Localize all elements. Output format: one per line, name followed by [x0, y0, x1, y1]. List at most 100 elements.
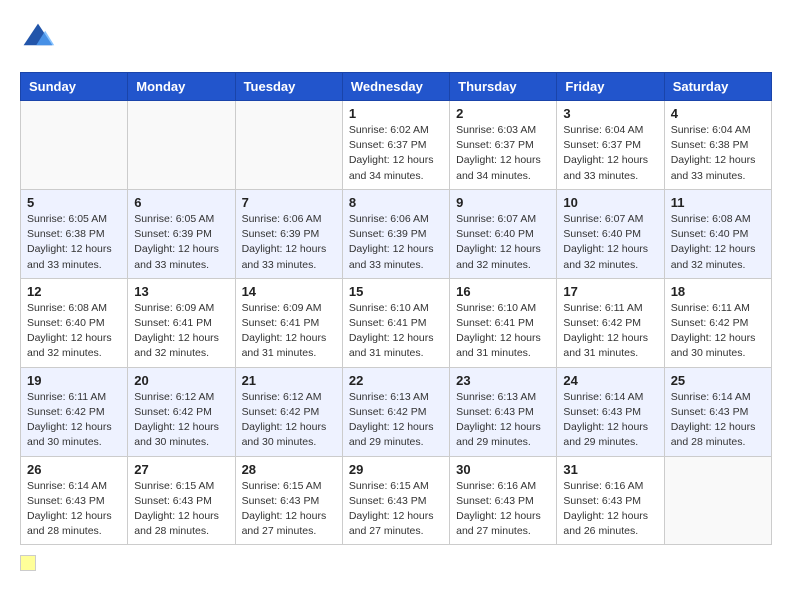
- day-number: 12: [27, 284, 121, 299]
- calendar-cell: 8 Sunrise: 6:06 AM Sunset: 6:39 PM Daylig…: [342, 189, 449, 278]
- legend-box: [20, 555, 36, 571]
- day-info: Sunrise: 6:07 AM Sunset: 6:40 PM Dayligh…: [456, 212, 550, 273]
- day-info: Sunrise: 6:14 AM Sunset: 6:43 PM Dayligh…: [671, 390, 765, 451]
- day-number: 20: [134, 373, 228, 388]
- day-number: 22: [349, 373, 443, 388]
- day-info: Sunrise: 6:11 AM Sunset: 6:42 PM Dayligh…: [27, 390, 121, 451]
- calendar-cell: 19 Sunrise: 6:11 AM Sunset: 6:42 PM Dayli…: [21, 367, 128, 456]
- day-number: 28: [242, 462, 336, 477]
- day-number: 3: [563, 106, 657, 121]
- weekday-header-friday: Friday: [557, 73, 664, 101]
- day-info: Sunrise: 6:15 AM Sunset: 6:43 PM Dayligh…: [242, 479, 336, 540]
- calendar-week-row: 5 Sunrise: 6:05 AM Sunset: 6:38 PM Daylig…: [21, 189, 772, 278]
- calendar-cell: 2 Sunrise: 6:03 AM Sunset: 6:37 PM Daylig…: [450, 101, 557, 190]
- footer: [20, 555, 772, 571]
- calendar-week-row: 26 Sunrise: 6:14 AM Sunset: 6:43 PM Dayli…: [21, 456, 772, 545]
- calendar-cell: 23 Sunrise: 6:13 AM Sunset: 6:43 PM Dayli…: [450, 367, 557, 456]
- calendar-week-row: 1 Sunrise: 6:02 AM Sunset: 6:37 PM Daylig…: [21, 101, 772, 190]
- day-number: 6: [134, 195, 228, 210]
- day-info: Sunrise: 6:10 AM Sunset: 6:41 PM Dayligh…: [456, 301, 550, 362]
- day-info: Sunrise: 6:15 AM Sunset: 6:43 PM Dayligh…: [349, 479, 443, 540]
- calendar-cell: 14 Sunrise: 6:09 AM Sunset: 6:41 PM Dayli…: [235, 278, 342, 367]
- day-info: Sunrise: 6:05 AM Sunset: 6:38 PM Dayligh…: [27, 212, 121, 273]
- day-info: Sunrise: 6:11 AM Sunset: 6:42 PM Dayligh…: [671, 301, 765, 362]
- day-info: Sunrise: 6:06 AM Sunset: 6:39 PM Dayligh…: [242, 212, 336, 273]
- calendar-cell: 4 Sunrise: 6:04 AM Sunset: 6:38 PM Daylig…: [664, 101, 771, 190]
- day-number: 30: [456, 462, 550, 477]
- day-info: Sunrise: 6:04 AM Sunset: 6:38 PM Dayligh…: [671, 123, 765, 184]
- day-number: 7: [242, 195, 336, 210]
- day-info: Sunrise: 6:11 AM Sunset: 6:42 PM Dayligh…: [563, 301, 657, 362]
- day-number: 10: [563, 195, 657, 210]
- calendar-cell: 3 Sunrise: 6:04 AM Sunset: 6:37 PM Daylig…: [557, 101, 664, 190]
- day-number: 27: [134, 462, 228, 477]
- day-info: Sunrise: 6:13 AM Sunset: 6:42 PM Dayligh…: [349, 390, 443, 451]
- weekday-header-row: SundayMondayTuesdayWednesdayThursdayFrid…: [21, 73, 772, 101]
- logo: [20, 20, 60, 56]
- calendar-cell: 20Sunrise: 6:12 AM Sunset: 6:42 PM Dayli…: [128, 367, 235, 456]
- weekday-header-thursday: Thursday: [450, 73, 557, 101]
- calendar-cell: 28 Sunrise: 6:15 AM Sunset: 6:43 PM Dayli…: [235, 456, 342, 545]
- calendar-cell: 16 Sunrise: 6:10 AM Sunset: 6:41 PM Dayli…: [450, 278, 557, 367]
- calendar-cell: 31Sunrise: 6:16 AM Sunset: 6:43 PM Dayli…: [557, 456, 664, 545]
- calendar-cell: [128, 101, 235, 190]
- day-info: Sunrise: 6:07 AM Sunset: 6:40 PM Dayligh…: [563, 212, 657, 273]
- day-info: Sunrise: 6:14 AM Sunset: 6:43 PM Dayligh…: [563, 390, 657, 451]
- calendar-cell: 12 Sunrise: 6:08 AM Sunset: 6:40 PM Dayli…: [21, 278, 128, 367]
- weekday-header-monday: Monday: [128, 73, 235, 101]
- calendar-week-row: 19 Sunrise: 6:11 AM Sunset: 6:42 PM Dayli…: [21, 367, 772, 456]
- day-number: 16: [456, 284, 550, 299]
- day-info: Sunrise: 6:16 AM Sunset: 6:43 PM Dayligh…: [456, 479, 550, 540]
- calendar-cell: [235, 101, 342, 190]
- calendar-cell: 15 Sunrise: 6:10 AM Sunset: 6:41 PM Dayli…: [342, 278, 449, 367]
- calendar-cell: [664, 456, 771, 545]
- day-info: Sunrise: 6:09 AM Sunset: 6:41 PM Dayligh…: [242, 301, 336, 362]
- day-info: Sunrise: 6:13 AM Sunset: 6:43 PM Dayligh…: [456, 390, 550, 451]
- day-number: 13: [134, 284, 228, 299]
- day-number: 31: [563, 462, 657, 477]
- calendar-cell: 10 Sunrise: 6:07 AM Sunset: 6:40 PM Dayli…: [557, 189, 664, 278]
- page-header: [20, 20, 772, 56]
- weekday-header-saturday: Saturday: [664, 73, 771, 101]
- day-info: Sunrise: 6:06 AM Sunset: 6:39 PM Dayligh…: [349, 212, 443, 273]
- day-number: 2: [456, 106, 550, 121]
- day-number: 15: [349, 284, 443, 299]
- day-number: 25: [671, 373, 765, 388]
- calendar-week-row: 12 Sunrise: 6:08 AM Sunset: 6:40 PM Dayli…: [21, 278, 772, 367]
- day-number: 14: [242, 284, 336, 299]
- day-info: Sunrise: 6:15 AM Sunset: 6:43 PM Dayligh…: [134, 479, 228, 540]
- day-number: 26: [27, 462, 121, 477]
- weekday-header-wednesday: Wednesday: [342, 73, 449, 101]
- calendar-cell: 22 Sunrise: 6:13 AM Sunset: 6:42 PM Dayli…: [342, 367, 449, 456]
- day-info: Sunrise: 6:03 AM Sunset: 6:37 PM Dayligh…: [456, 123, 550, 184]
- calendar-cell: 21Sunrise: 6:12 AM Sunset: 6:42 PM Dayli…: [235, 367, 342, 456]
- day-info: Sunrise: 6:08 AM Sunset: 6:40 PM Dayligh…: [27, 301, 121, 362]
- calendar-cell: 26 Sunrise: 6:14 AM Sunset: 6:43 PM Dayli…: [21, 456, 128, 545]
- day-number: 17: [563, 284, 657, 299]
- day-info: Sunrise: 6:14 AM Sunset: 6:43 PM Dayligh…: [27, 479, 121, 540]
- day-number: 19: [27, 373, 121, 388]
- day-info: Sunrise: 6:05 AM Sunset: 6:39 PM Dayligh…: [134, 212, 228, 273]
- day-number: 9: [456, 195, 550, 210]
- day-info: Sunrise: 6:04 AM Sunset: 6:37 PM Dayligh…: [563, 123, 657, 184]
- calendar-cell: 29Sunrise: 6:15 AM Sunset: 6:43 PM Dayli…: [342, 456, 449, 545]
- calendar-cell: 7 Sunrise: 6:06 AM Sunset: 6:39 PM Daylig…: [235, 189, 342, 278]
- calendar-cell: [21, 101, 128, 190]
- calendar-cell: 13Sunrise: 6:09 AM Sunset: 6:41 PM Dayli…: [128, 278, 235, 367]
- day-number: 23: [456, 373, 550, 388]
- day-number: 11: [671, 195, 765, 210]
- calendar-cell: 18Sunrise: 6:11 AM Sunset: 6:42 PM Dayli…: [664, 278, 771, 367]
- day-number: 1: [349, 106, 443, 121]
- day-number: 5: [27, 195, 121, 210]
- calendar-cell: 17 Sunrise: 6:11 AM Sunset: 6:42 PM Dayli…: [557, 278, 664, 367]
- day-number: 21: [242, 373, 336, 388]
- calendar-cell: 24Sunrise: 6:14 AM Sunset: 6:43 PM Dayli…: [557, 367, 664, 456]
- day-number: 4: [671, 106, 765, 121]
- day-info: Sunrise: 6:02 AM Sunset: 6:37 PM Dayligh…: [349, 123, 443, 184]
- calendar-cell: 27 Sunrise: 6:15 AM Sunset: 6:43 PM Dayli…: [128, 456, 235, 545]
- calendar-cell: 1 Sunrise: 6:02 AM Sunset: 6:37 PM Daylig…: [342, 101, 449, 190]
- calendar-cell: 25 Sunrise: 6:14 AM Sunset: 6:43 PM Dayli…: [664, 367, 771, 456]
- calendar-cell: 30 Sunrise: 6:16 AM Sunset: 6:43 PM Dayli…: [450, 456, 557, 545]
- day-number: 8: [349, 195, 443, 210]
- day-info: Sunrise: 6:10 AM Sunset: 6:41 PM Dayligh…: [349, 301, 443, 362]
